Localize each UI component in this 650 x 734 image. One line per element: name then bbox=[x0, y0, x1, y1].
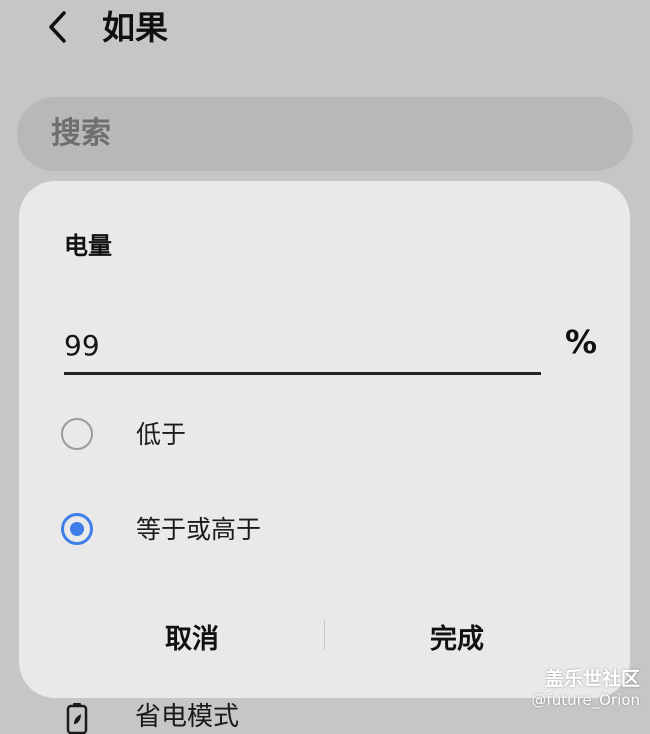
header: 如果 bbox=[0, 0, 650, 60]
battery-icon bbox=[66, 703, 88, 734]
search-bar[interactable]: 搜索 bbox=[17, 97, 633, 171]
radio-unchecked-icon[interactable] bbox=[61, 418, 93, 450]
watermark: 盖乐世社区 @future_Orion bbox=[531, 668, 640, 710]
action-divider bbox=[324, 620, 325, 650]
search-placeholder: 搜索 bbox=[51, 116, 111, 151]
done-button[interactable]: 完成 bbox=[337, 606, 577, 666]
dialog-actions: 取消 完成 bbox=[19, 606, 630, 666]
battery-level-input[interactable] bbox=[64, 323, 541, 367]
option-label: 低于 bbox=[136, 420, 187, 449]
screen: 如果 搜索 省电模式 电量 % 低于 等于或高于 取消 完成 bbox=[0, 0, 650, 734]
watermark-title: 盖乐世社区 bbox=[544, 668, 640, 690]
chevron-left-icon[interactable] bbox=[40, 8, 76, 46]
input-underline bbox=[64, 372, 541, 375]
dialog-title: 电量 bbox=[64, 232, 112, 260]
option-below[interactable]: 低于 bbox=[19, 400, 630, 470]
radio-dot bbox=[70, 522, 84, 536]
battery-level-dialog: 电量 % 低于 等于或高于 取消 完成 bbox=[19, 181, 630, 698]
radio-checked-icon[interactable] bbox=[61, 513, 93, 545]
percent-unit-label: % bbox=[565, 323, 598, 361]
list-item-label: 省电模式 bbox=[135, 702, 240, 732]
cancel-button[interactable]: 取消 bbox=[72, 606, 312, 666]
option-label: 等于或高于 bbox=[136, 515, 262, 544]
option-equal-or-above[interactable]: 等于或高于 bbox=[19, 495, 630, 565]
page-title: 如果 bbox=[102, 8, 168, 47]
watermark-user: @future_Orion bbox=[531, 691, 640, 709]
